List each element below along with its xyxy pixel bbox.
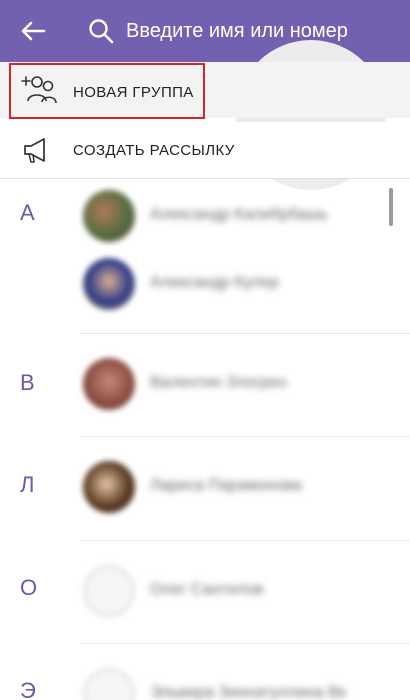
avatar [83,358,135,410]
create-broadcast-label: СОЗДАТЬ РАССЫЛКУ [73,142,235,159]
avatar [83,190,135,242]
contact-name: Эльвира Зиннатуллина Вк [150,684,346,700]
avatar [83,461,135,513]
section-letter: В [20,370,35,395]
contact-name: Валентин Злогрен [150,374,287,391]
divider [80,436,410,437]
avatar [83,565,135,617]
arrow-left-icon [21,21,46,41]
new-group-button[interactable]: НОВАЯ ГРУППА [0,62,410,118]
section-letter: Э [20,678,36,700]
contact-item[interactable]: Эльвира Зиннатуллина Вк [80,666,380,700]
contact-item[interactable]: Валентин Злогрен [80,356,380,412]
scrollbar[interactable] [389,188,393,226]
divider [80,540,410,541]
contact-item[interactable]: Александр Кулер [80,256,380,312]
contact-name: Александр Калибрбашь [150,206,328,223]
contact-name: Александр Кулер [150,274,279,291]
contact-item[interactable]: Лариса Парамонова [80,459,380,515]
back-button[interactable] [18,17,48,45]
avatar [83,668,135,700]
contact-item[interactable]: Александр Калибрбашь [80,188,380,244]
search-icon [89,19,114,44]
search-input[interactable] [126,14,396,48]
section-letter: Л [20,472,35,497]
contact-name: Лариса Парамонова [150,477,302,494]
divider [80,333,410,334]
divider [0,178,410,179]
avatar [83,258,135,310]
create-broadcast-button[interactable]: СОЗДАТЬ РАССЫЛКУ [0,122,410,178]
contact-item[interactable]: Олег Сантилов [80,563,380,619]
megaphone-icon [24,138,45,163]
divider [80,643,410,644]
contacts-list[interactable]: А Александр Калибрбашь Александр Кулер В… [0,180,410,700]
new-group-label: НОВАЯ ГРУППА [73,84,194,101]
contact-name: Олег Сантилов [150,581,264,598]
add-group-icon [21,76,57,104]
section-letter: А [20,200,35,225]
section-letter: О [20,575,38,600]
